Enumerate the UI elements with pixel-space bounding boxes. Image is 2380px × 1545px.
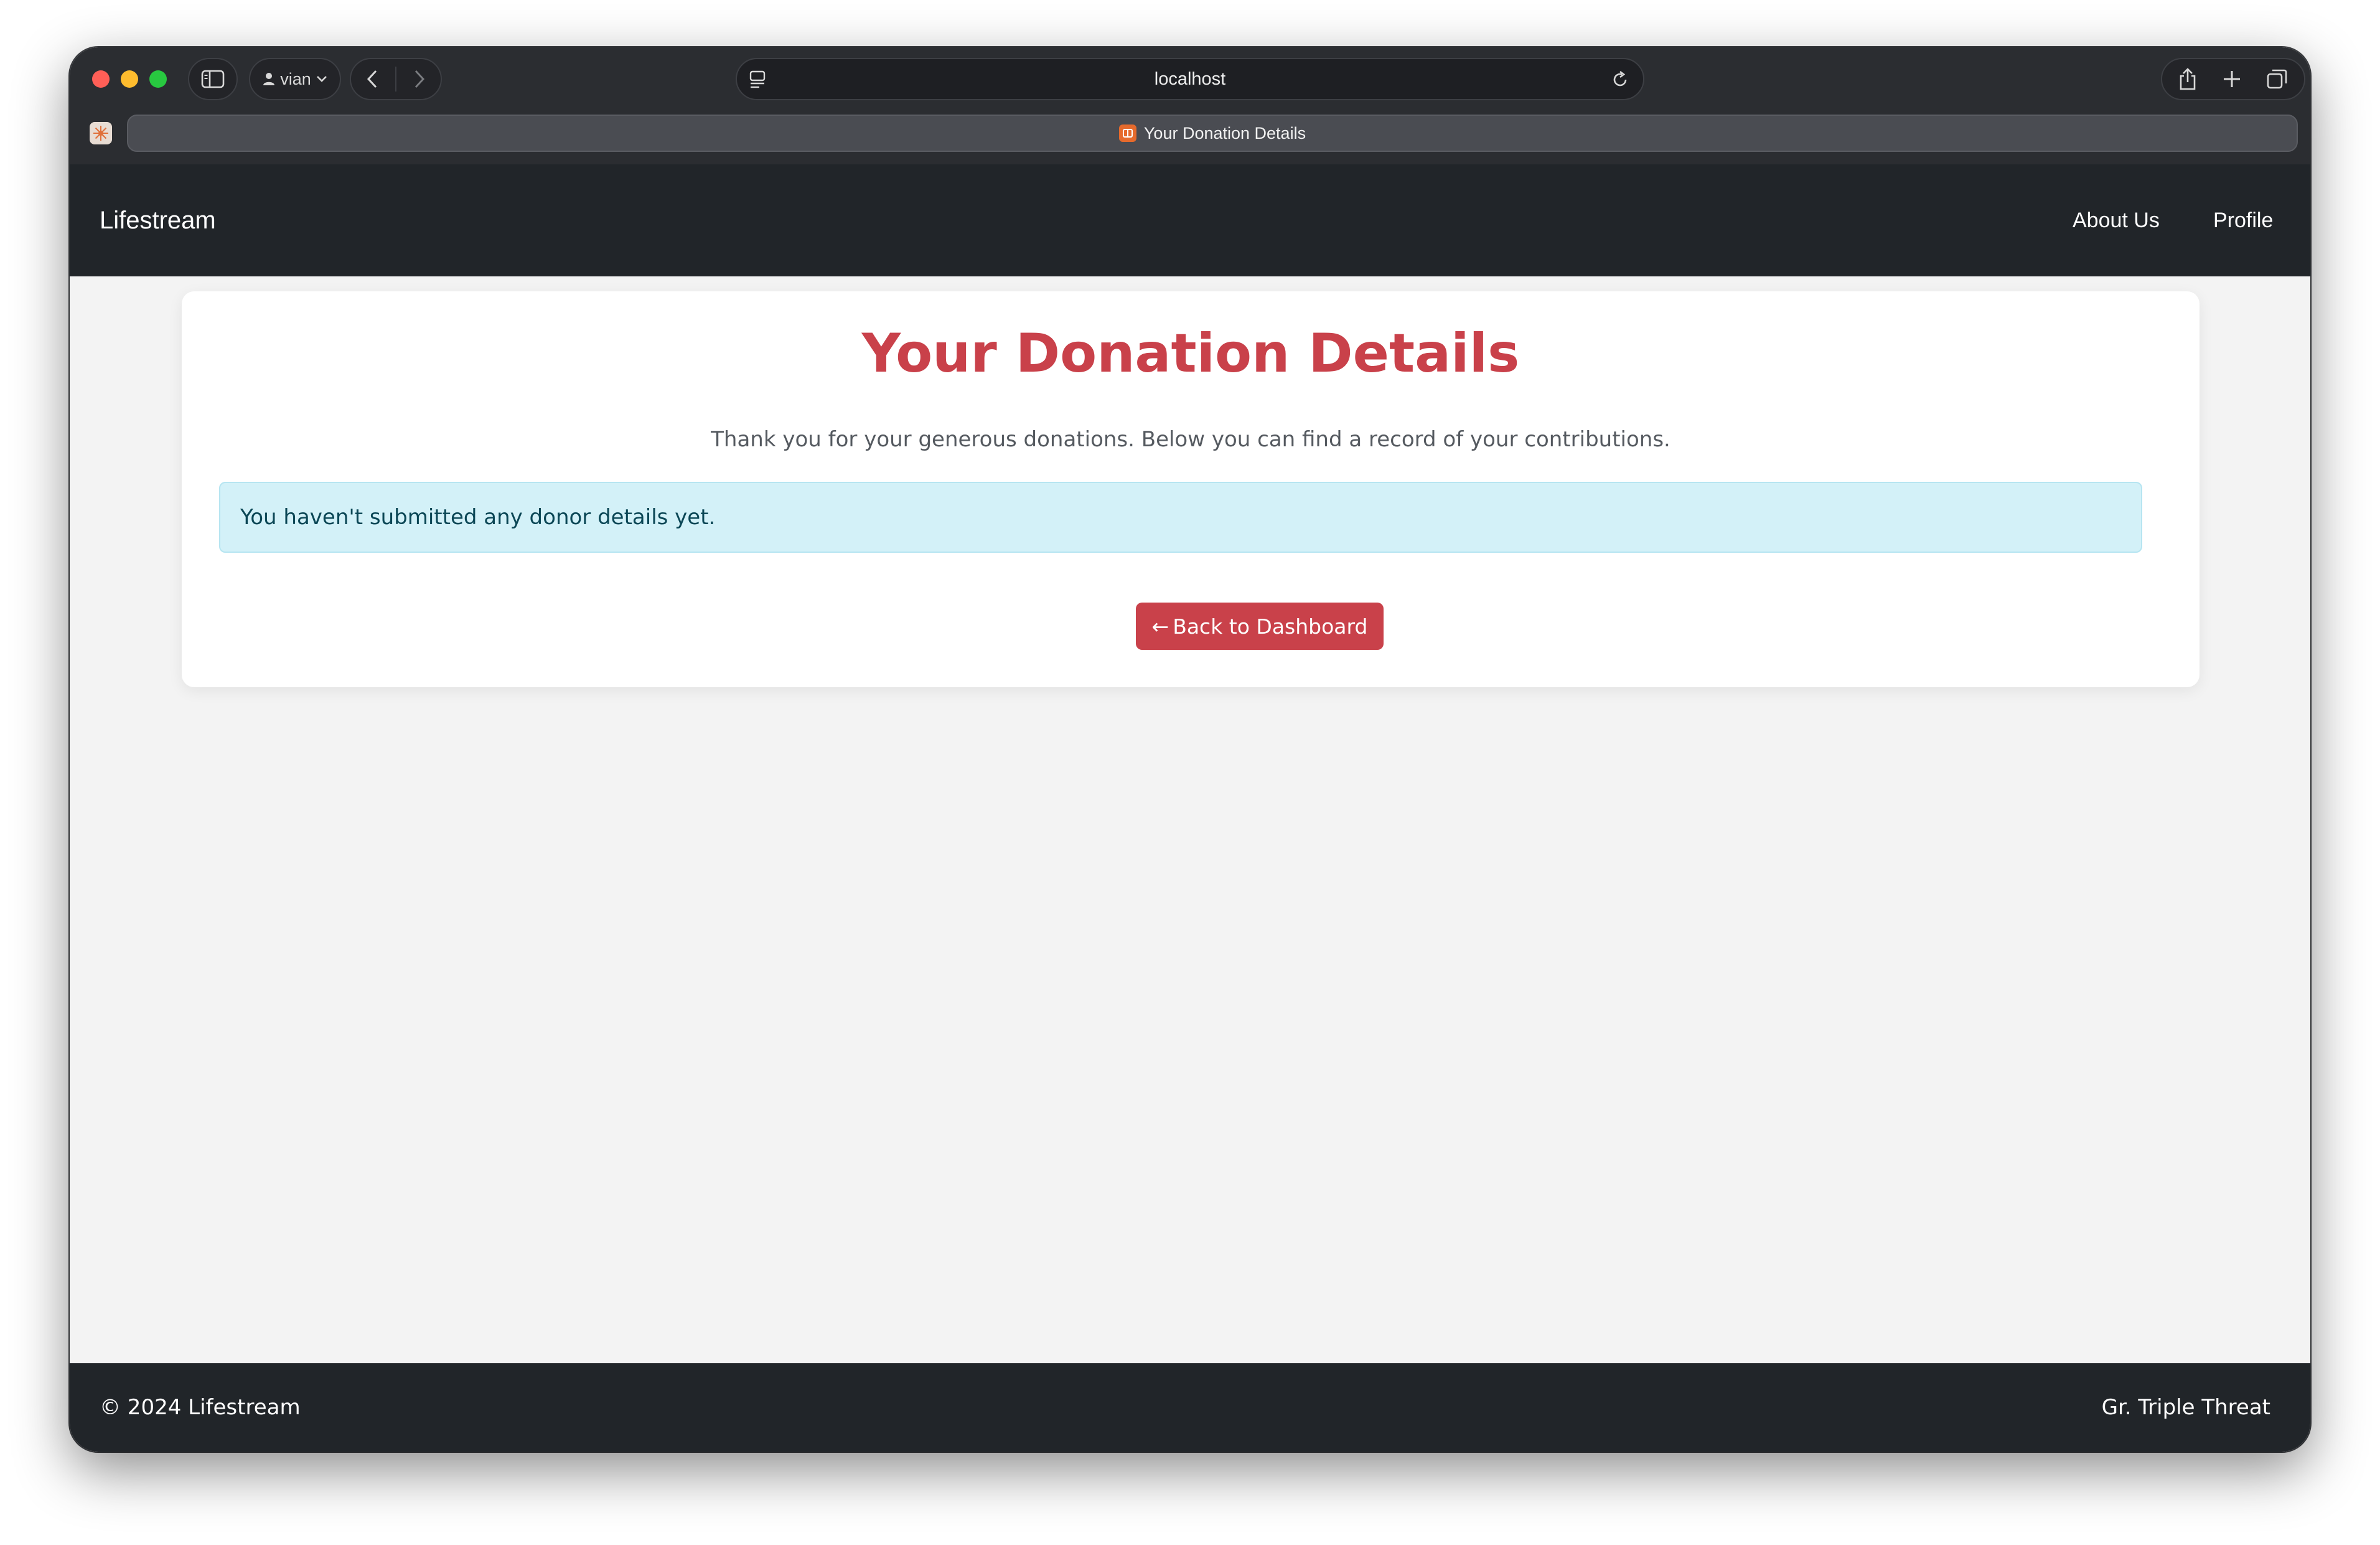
tab-bar: Your Donation Details xyxy=(70,111,2310,164)
intro-text: Thank you for your generous donations. B… xyxy=(711,427,1670,452)
page-title: Your Donation Details xyxy=(861,322,1520,385)
browser-window: vian localhost Your Donation Details Lif… xyxy=(70,47,2310,1452)
address-bar[interactable]: localhost xyxy=(736,58,1644,100)
site-settings-icon[interactable] xyxy=(749,70,766,89)
footer-copyright: © 2024 Lifestream xyxy=(100,1395,301,1420)
sidebar-toggle-icon xyxy=(201,70,225,88)
tab-active[interactable]: Your Donation Details xyxy=(127,115,2298,152)
reload-icon[interactable] xyxy=(1611,70,1629,89)
zoom-window-button[interactable] xyxy=(149,70,167,88)
back-to-dashboard-button[interactable]: ← Back to Dashboard xyxy=(1136,603,1384,650)
history-navigation xyxy=(350,58,442,100)
chevron-right-icon[interactable] xyxy=(413,69,426,89)
back-button-label: Back to Dashboard xyxy=(1173,614,1368,639)
info-alert: You haven't submitted any donor details … xyxy=(219,482,2142,553)
pinned-tab-favicon[interactable] xyxy=(90,122,112,144)
share-icon[interactable] xyxy=(2178,67,2197,91)
address-text: localhost xyxy=(1154,68,1226,89)
site-footer: © 2024 Lifestream Gr. Triple Threat xyxy=(70,1363,2310,1452)
tab-favicon-icon xyxy=(1118,124,1136,142)
nav-link-about-us[interactable]: About Us xyxy=(2073,164,2160,276)
plus-icon[interactable] xyxy=(2223,70,2241,88)
divider xyxy=(395,67,396,92)
toolbar-actions xyxy=(2161,58,2305,100)
nav-link-profile[interactable]: Profile xyxy=(2213,164,2273,276)
tabs-overview-icon[interactable] xyxy=(2267,68,2288,90)
minimize-window-button[interactable] xyxy=(121,70,138,88)
alert-text: You haven't submitted any donor details … xyxy=(240,505,716,530)
profile-name: vian xyxy=(280,69,311,88)
brand-link[interactable]: Lifestream xyxy=(100,164,216,276)
sidebar-toggle-button[interactable] xyxy=(188,58,238,100)
footer-credit: Gr. Triple Threat xyxy=(2101,1395,2270,1420)
chevron-left-icon[interactable] xyxy=(366,69,378,89)
chevron-down-icon xyxy=(316,76,327,82)
donation-details-card: Your Donation Details Thank you for your… xyxy=(182,291,2200,687)
arrow-left-icon: ← xyxy=(1151,614,1169,639)
tab-title: Your Donation Details xyxy=(1143,123,1306,143)
close-window-button[interactable] xyxy=(92,70,110,88)
profile-menu-button[interactable]: vian xyxy=(249,58,341,100)
person-icon xyxy=(263,73,275,85)
pinned-site-icon xyxy=(93,126,108,141)
browser-toolbar: vian localhost xyxy=(70,47,2310,111)
site-navbar: Lifestream About Us Profile xyxy=(70,164,2310,276)
